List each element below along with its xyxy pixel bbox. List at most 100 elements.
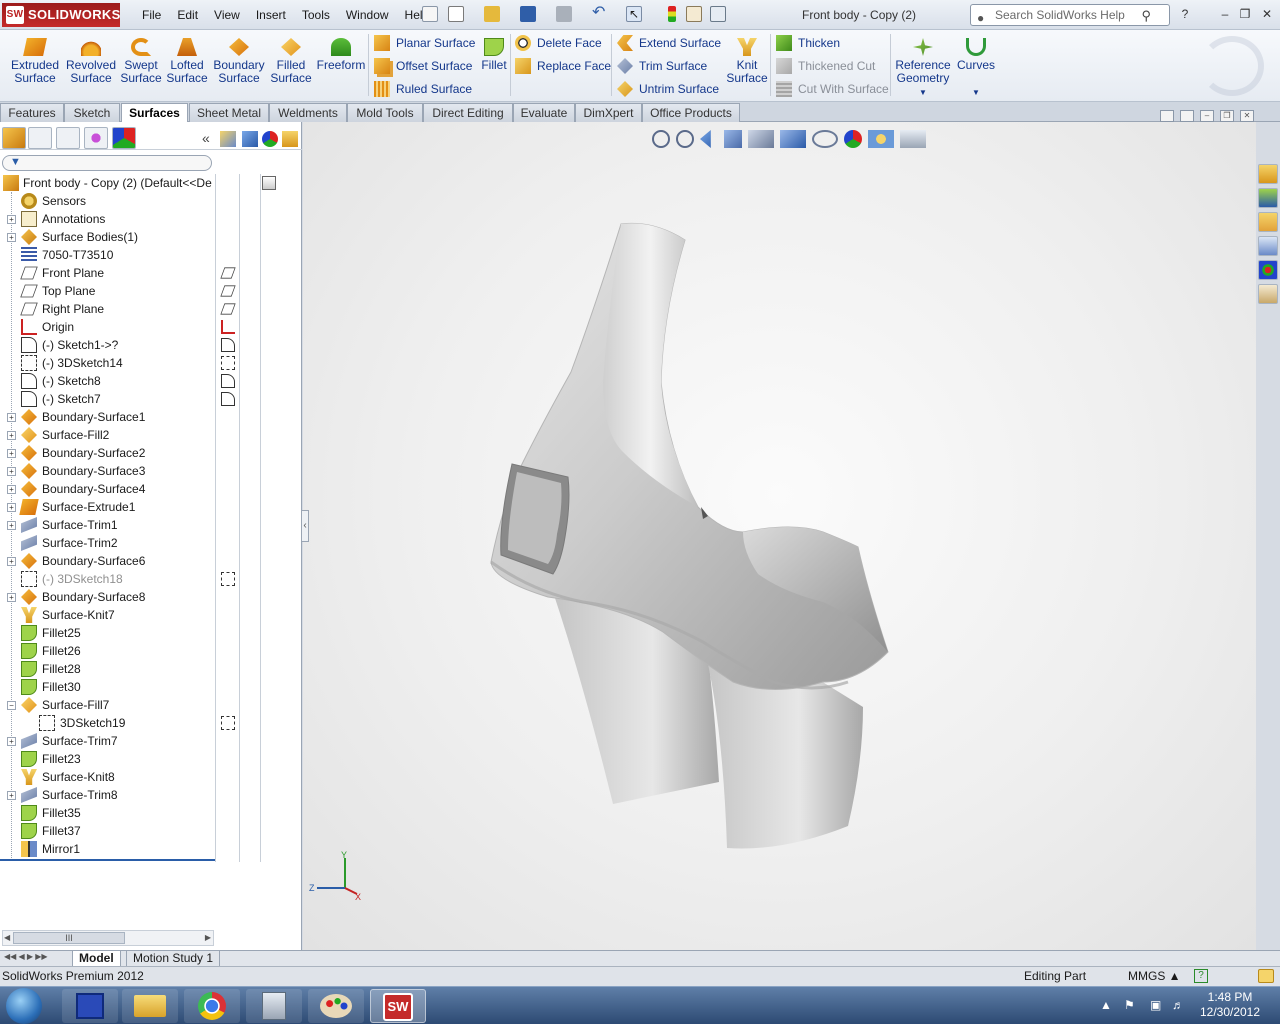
select-arrow-icon[interactable]: ↖ xyxy=(626,6,642,22)
taskbar-solidworks-icon[interactable]: SW xyxy=(370,989,426,1023)
appearances-icon[interactable] xyxy=(1258,260,1278,280)
tab-surfaces[interactable]: Surfaces xyxy=(121,103,188,123)
vp-close-icon[interactable]: ✕ xyxy=(1240,110,1254,122)
expand-toggle-icon[interactable]: + xyxy=(7,503,16,512)
expand-toggle-icon[interactable]: + xyxy=(7,521,16,530)
visibility-3dsketch-icon[interactable] xyxy=(221,356,235,370)
revolved-surface-button[interactable]: Revolved Surface xyxy=(64,34,118,85)
expand-toggle-icon[interactable]: + xyxy=(7,737,16,746)
tray-show-hidden-icon[interactable]: ▲ xyxy=(1100,998,1112,1012)
visibility-3dsketch-icon[interactable] xyxy=(221,716,235,730)
tab-features[interactable]: Features xyxy=(0,103,64,122)
visibility-plane-icon[interactable] xyxy=(220,267,236,279)
pin-icon[interactable] xyxy=(422,6,438,22)
tree-item[interactable]: + Surface-Trim8 xyxy=(0,786,215,804)
tree-item[interactable]: + Boundary-Surface1 xyxy=(0,408,215,426)
tree-item[interactable]: 3DSketch19 xyxy=(0,714,215,732)
tree-item[interactable]: Top Plane xyxy=(0,282,215,300)
collapse-panel-icon[interactable]: « xyxy=(202,130,210,146)
tab-office-products[interactable]: Office Products xyxy=(642,103,740,122)
tree-item[interactable]: Fillet28 xyxy=(0,660,215,678)
display-manager-tab[interactable] xyxy=(112,127,136,149)
delete-face-button[interactable]: Delete Face xyxy=(515,33,602,53)
vp-minimize-icon[interactable]: – xyxy=(1200,110,1214,122)
tree-item[interactable]: (-) 3DSketch18 xyxy=(0,570,215,588)
tree-item[interactable]: Mirror1 xyxy=(0,840,215,858)
hide-show-items-icon[interactable] xyxy=(220,131,236,147)
apply-scene-icon[interactable] xyxy=(868,130,894,148)
tray-clock[interactable]: 1:48 PM 12/30/2012 xyxy=(1190,990,1270,1020)
tree-item[interactable]: Fillet35 xyxy=(0,804,215,822)
start-button[interactable] xyxy=(6,988,42,1024)
tree-item[interactable]: Surface-Knit8 xyxy=(0,768,215,786)
reference-geometry-button[interactable]: Reference Geometry ▼ xyxy=(895,34,951,99)
root-display-toggle[interactable] xyxy=(262,176,276,190)
menu-insert[interactable]: Insert xyxy=(248,0,294,30)
menu-view[interactable]: View xyxy=(206,0,248,30)
tree-item[interactable]: + Boundary-Surface2 xyxy=(0,444,215,462)
expand-toggle-icon[interactable]: + xyxy=(7,557,16,566)
close-button[interactable]: ✕ xyxy=(1258,5,1276,23)
graphics-area[interactable]: Y Z X xyxy=(303,122,1256,950)
tab-mold-tools[interactable]: Mold Tools xyxy=(347,103,423,122)
menu-file[interactable]: File xyxy=(134,0,169,30)
help-button[interactable]: ? xyxy=(1176,5,1194,23)
expand-toggle-icon[interactable]: + xyxy=(7,431,16,440)
open-folder-icon[interactable] xyxy=(484,6,500,22)
trim-surface-button[interactable]: Trim Surface xyxy=(617,56,707,76)
section-view-icon[interactable] xyxy=(724,130,742,148)
edit-appearance-icon[interactable] xyxy=(844,130,862,148)
undo-icon[interactable]: ↶ xyxy=(592,5,608,22)
appearance-icon[interactable] xyxy=(262,131,278,147)
vp-restore-icon[interactable]: ❐ xyxy=(1220,110,1234,122)
tree-item[interactable]: + Surface Bodies(1) xyxy=(0,228,215,246)
property-manager-tab[interactable] xyxy=(28,127,52,149)
scroll-thumb[interactable]: III xyxy=(13,932,125,944)
tray-volume-icon[interactable]: ♬ xyxy=(1172,998,1184,1012)
minimize-button[interactable]: – xyxy=(1216,5,1234,23)
expand-toggle-icon[interactable]: + xyxy=(7,233,16,242)
tree-item[interactable]: Surface-Trim2 xyxy=(0,534,215,552)
solidworks-resources-icon[interactable] xyxy=(1258,164,1278,184)
taskbar-chrome-icon[interactable] xyxy=(184,989,240,1023)
tab-sketch[interactable]: Sketch xyxy=(64,103,120,122)
scroll-left-icon[interactable]: ◀ xyxy=(4,931,10,945)
tree-item[interactable]: + Surface-Trim7 xyxy=(0,732,215,750)
expand-toggle-icon[interactable]: + xyxy=(7,467,16,476)
tree-item[interactable]: Fillet25 xyxy=(0,624,215,642)
fillet-button[interactable]: Fillet xyxy=(478,34,510,72)
visibility-3dsketch-icon[interactable] xyxy=(221,572,235,586)
taskbar-paint-icon[interactable] xyxy=(308,989,364,1023)
hide-show-items-icon-2[interactable] xyxy=(812,130,838,148)
zoom-to-area-icon[interactable] xyxy=(676,130,694,148)
tab-motion-study-1[interactable]: Motion Study 1 xyxy=(126,951,221,967)
tree-item[interactable]: + Surface-Trim1 xyxy=(0,516,215,534)
tree-item[interactable]: 7050-T73510 xyxy=(0,246,215,264)
tree-item[interactable]: Surface-Knit7 xyxy=(0,606,215,624)
tab-weldments[interactable]: Weldments xyxy=(269,103,347,122)
tree-item[interactable]: Front Plane xyxy=(0,264,215,282)
tray-flag-icon[interactable]: ⚑ xyxy=(1124,998,1135,1012)
ruled-surface-button[interactable]: Ruled Surface xyxy=(374,79,472,99)
swept-surface-button[interactable]: Swept Surface xyxy=(118,34,164,85)
taskbar-calculator-icon[interactable] xyxy=(246,989,302,1023)
status-units[interactable]: MMGS ▲ xyxy=(1128,967,1181,986)
status-notification-icon[interactable] xyxy=(1258,969,1274,983)
tray-network-icon[interactable]: ▣ xyxy=(1150,998,1161,1012)
tree-item[interactable]: + Annotations xyxy=(0,210,215,228)
previous-view-icon[interactable] xyxy=(700,130,711,148)
visibility-sketch-icon[interactable] xyxy=(221,392,235,406)
dimxpert-manager-tab[interactable] xyxy=(84,127,108,149)
status-help-icon[interactable]: ? xyxy=(1194,969,1208,983)
tree-item[interactable]: (-) Sketch7 xyxy=(0,390,215,408)
expand-toggle-icon[interactable]: + xyxy=(7,593,16,602)
expand-toggle-icon[interactable]: + xyxy=(7,791,16,800)
file-properties-icon[interactable] xyxy=(686,6,702,22)
tree-root-part[interactable]: Front body - Copy (2) (Default<<De xyxy=(0,174,215,192)
tree-item[interactable]: Fillet37 xyxy=(0,822,215,840)
view-settings-icon[interactable] xyxy=(900,130,926,148)
boundary-surface-button[interactable]: Boundary Surface xyxy=(212,34,266,85)
tree-horizontal-scrollbar[interactable]: ◀ III ▶ xyxy=(2,930,214,946)
file-explorer-icon[interactable] xyxy=(1258,212,1278,232)
expand-toggle-icon[interactable]: + xyxy=(7,215,16,224)
